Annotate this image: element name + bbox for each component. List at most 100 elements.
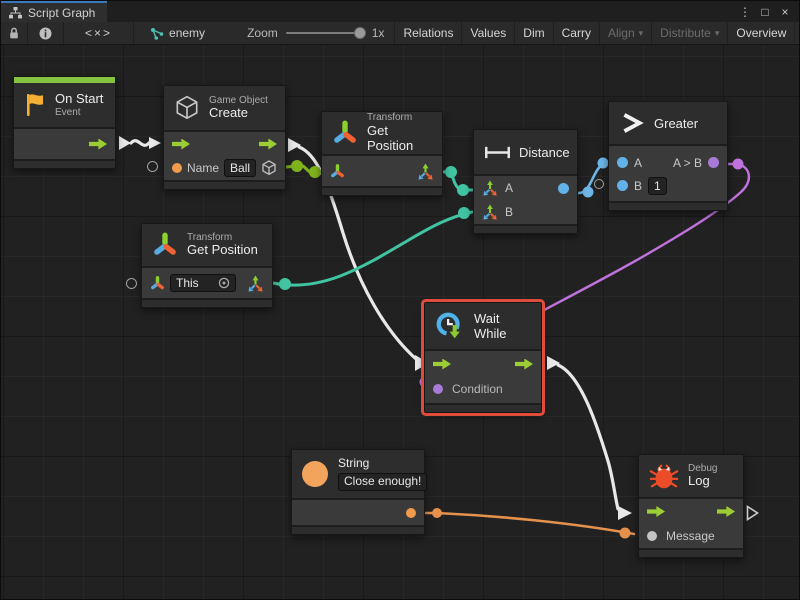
inspect-button[interactable] — [28, 22, 64, 44]
distance-output-port[interactable] — [558, 183, 569, 194]
window-menu-icon[interactable]: ⋮ — [737, 5, 753, 19]
a-label: A — [505, 181, 513, 195]
lock-icon — [8, 27, 20, 40]
wait-timer-icon — [435, 311, 465, 341]
graph-tab-icon — [9, 7, 22, 19]
transform-input-port[interactable] — [150, 276, 165, 291]
condition-input-port[interactable] — [433, 384, 443, 394]
node-title: Wait While — [474, 311, 531, 341]
info-icon — [39, 27, 52, 40]
vector3-output-port[interactable] — [417, 163, 434, 180]
this-value-field[interactable]: This — [170, 274, 236, 292]
flow-out-port[interactable] — [717, 506, 735, 517]
zoom-slider[interactable] — [286, 32, 364, 34]
node-create[interactable]: Game Object Create Name Ball — [163, 85, 286, 190]
node-title: Get Position — [367, 124, 432, 154]
transform-icon — [332, 120, 358, 146]
flow-out-port[interactable] — [515, 359, 533, 370]
unconnected-ring-greater-b[interactable] — [594, 179, 604, 189]
game-object-output-port[interactable] — [261, 159, 277, 177]
b-value-field[interactable]: 1 — [648, 177, 667, 195]
toolbar-button-carry[interactable]: Carry — [554, 22, 600, 44]
window-close-icon[interactable]: × — [777, 5, 793, 19]
toolbar: <×> enemy Zoom 1x Relations Values Dim C… — [1, 22, 799, 45]
result-label: A > B — [673, 156, 702, 170]
node-on-start[interactable]: On Start Event — [13, 76, 116, 169]
tab-script-graph[interactable]: Script Graph — [1, 1, 107, 22]
message-input-port[interactable] — [647, 531, 657, 541]
graph-name: enemy — [169, 26, 205, 40]
zoom-slider-handle[interactable] — [354, 27, 366, 39]
node-distance[interactable]: Distance A B — [473, 129, 578, 234]
graph-asset-icon — [150, 27, 164, 40]
node-debug-log[interactable]: Debug Log Message — [638, 454, 744, 558]
message-label: Message — [666, 529, 715, 543]
title-bar: Script Graph ⋮ □ × — [1, 1, 799, 22]
a-label: A — [634, 156, 642, 170]
vector3-input-port-b[interactable] — [482, 204, 498, 220]
chevron-down-icon: ▾ — [715, 28, 720, 39]
zoom-control: Zoom 1x — [237, 22, 394, 44]
unconnected-ring-get-position[interactable] — [126, 278, 137, 289]
transform-icon — [152, 232, 178, 258]
flow-in-port[interactable] — [647, 506, 665, 517]
node-string[interactable]: String Close enough! — [291, 449, 425, 535]
lock-button[interactable] — [1, 22, 28, 44]
b-label: B — [634, 179, 642, 193]
graph-breadcrumb[interactable]: enemy — [140, 22, 215, 44]
a-input-port[interactable] — [617, 157, 628, 168]
name-input-port[interactable] — [172, 163, 182, 173]
toolbar-button-relations[interactable]: Relations — [394, 22, 462, 44]
bug-icon — [649, 461, 679, 491]
node-title: Get Position — [187, 243, 258, 258]
script-graph-window: Script Graph ⋮ □ × <×> enemy — [0, 0, 800, 600]
node-title: Log — [688, 474, 717, 489]
flag-icon — [24, 92, 46, 118]
string-value-field[interactable]: Close enough! — [338, 473, 427, 491]
node-subtitle: Event — [55, 107, 103, 119]
b-label: B — [505, 205, 513, 219]
toolbar-button-align[interactable]: Align▾ — [600, 22, 652, 44]
chevron-down-icon: ▾ — [639, 28, 644, 39]
node-get-position-bottom[interactable]: Transform Get Position This — [141, 223, 273, 308]
condition-label: Condition — [452, 382, 503, 396]
vector3-input-port-a[interactable] — [482, 180, 498, 196]
node-wait-while[interactable]: Wait While Condition — [424, 302, 542, 413]
toolbar-button-overview[interactable]: Overview — [728, 22, 795, 44]
toolbar-button-fullscreen[interactable]: Full Screen — [795, 22, 800, 44]
greater-than-icon — [619, 110, 645, 136]
node-get-position-top[interactable]: Transform Get Position — [321, 111, 443, 196]
game-object-cube-icon — [174, 94, 200, 122]
code-icon: <×> — [85, 26, 112, 40]
node-title: String — [338, 457, 427, 471]
node-greater[interactable]: Greater A A > B B 1 — [608, 101, 728, 211]
string-output-port[interactable] — [406, 508, 416, 518]
string-icon — [302, 461, 328, 487]
toolbar-button-distribute[interactable]: Distribute▾ — [652, 22, 728, 44]
zoom-label: Zoom — [247, 26, 278, 40]
flow-out-port[interactable] — [89, 139, 107, 150]
zoom-value: 1x — [372, 26, 385, 40]
unconnected-ring-create[interactable] — [147, 161, 158, 172]
distance-icon — [484, 145, 511, 160]
node-title: On Start — [55, 92, 103, 107]
node-title: Create — [209, 106, 268, 121]
flow-in-port[interactable] — [433, 359, 451, 370]
target-picker-icon[interactable] — [218, 277, 230, 289]
vector3-output-port[interactable] — [247, 275, 264, 292]
name-value-field[interactable]: Ball — [224, 159, 256, 177]
flow-in-port[interactable] — [172, 139, 190, 150]
unconnected-flow-triangle[interactable] — [746, 505, 759, 526]
transform-input-port[interactable] — [330, 164, 345, 179]
code-view-button[interactable]: <×> — [64, 22, 134, 44]
b-input-port[interactable] — [617, 180, 628, 191]
toolbar-button-values[interactable]: Values — [462, 22, 515, 44]
node-title: Distance — [519, 145, 570, 160]
toolbar-button-dim[interactable]: Dim — [515, 22, 553, 44]
name-label: Name — [187, 161, 219, 175]
node-title: Greater — [654, 116, 698, 131]
result-output-port[interactable] — [708, 157, 719, 168]
window-maximize-icon[interactable]: □ — [757, 5, 773, 19]
tab-title: Script Graph — [28, 6, 95, 20]
flow-out-port[interactable] — [259, 139, 277, 150]
